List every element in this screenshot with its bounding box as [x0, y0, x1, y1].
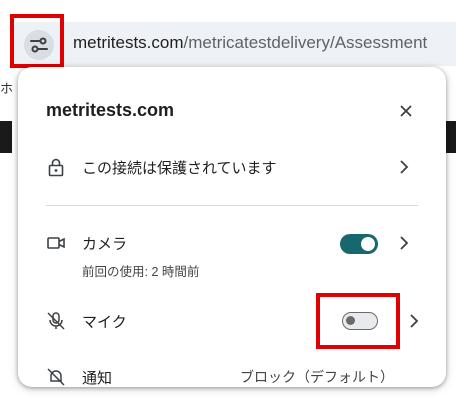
- camera-label: カメラ: [82, 236, 128, 253]
- page-background-bar: [0, 121, 12, 153]
- close-icon: [400, 105, 412, 117]
- connection-security-label: この接続は保護されています: [82, 160, 277, 177]
- highlight-box-site-info: [10, 14, 64, 68]
- url-host: metritests.com: [73, 33, 184, 52]
- toggle-knob: [361, 237, 375, 251]
- permission-row-notifications[interactable]: 通知 ブロック（デフォルト）: [18, 357, 446, 397]
- highlight-box-mic-toggle: [316, 293, 400, 349]
- camera-icon: [47, 237, 65, 249]
- camera-last-used: 前回の使用: 2 時間前: [82, 265, 200, 279]
- permission-row-camera[interactable]: カメラ: [18, 223, 446, 263]
- notifications-label: 通知: [82, 370, 113, 387]
- notifications-off-icon: [47, 368, 65, 386]
- lock-icon: [48, 158, 64, 177]
- popup-title: metritests.com: [46, 100, 175, 120]
- close-button[interactable]: [392, 97, 420, 125]
- mic-off-icon: [47, 312, 65, 330]
- divider: [46, 205, 418, 206]
- notifications-value: ブロック（デフォルト）: [240, 369, 394, 385]
- camera-toggle[interactable]: [340, 234, 378, 254]
- chevron-right-icon: [400, 160, 409, 174]
- url-path: /metricatestdelivery/Assessment: [183, 33, 428, 52]
- chevron-right-icon: [400, 236, 409, 250]
- page-background-text: ホ: [0, 81, 14, 96]
- page-background-bar-right: [446, 121, 456, 153]
- connection-security-row[interactable]: この接続は保護されています: [18, 147, 446, 187]
- mic-label: マイク: [82, 314, 127, 331]
- url-text[interactable]: metritests.com/metricatestdelivery/Asses…: [73, 21, 456, 65]
- chevron-right-icon: [410, 314, 419, 328]
